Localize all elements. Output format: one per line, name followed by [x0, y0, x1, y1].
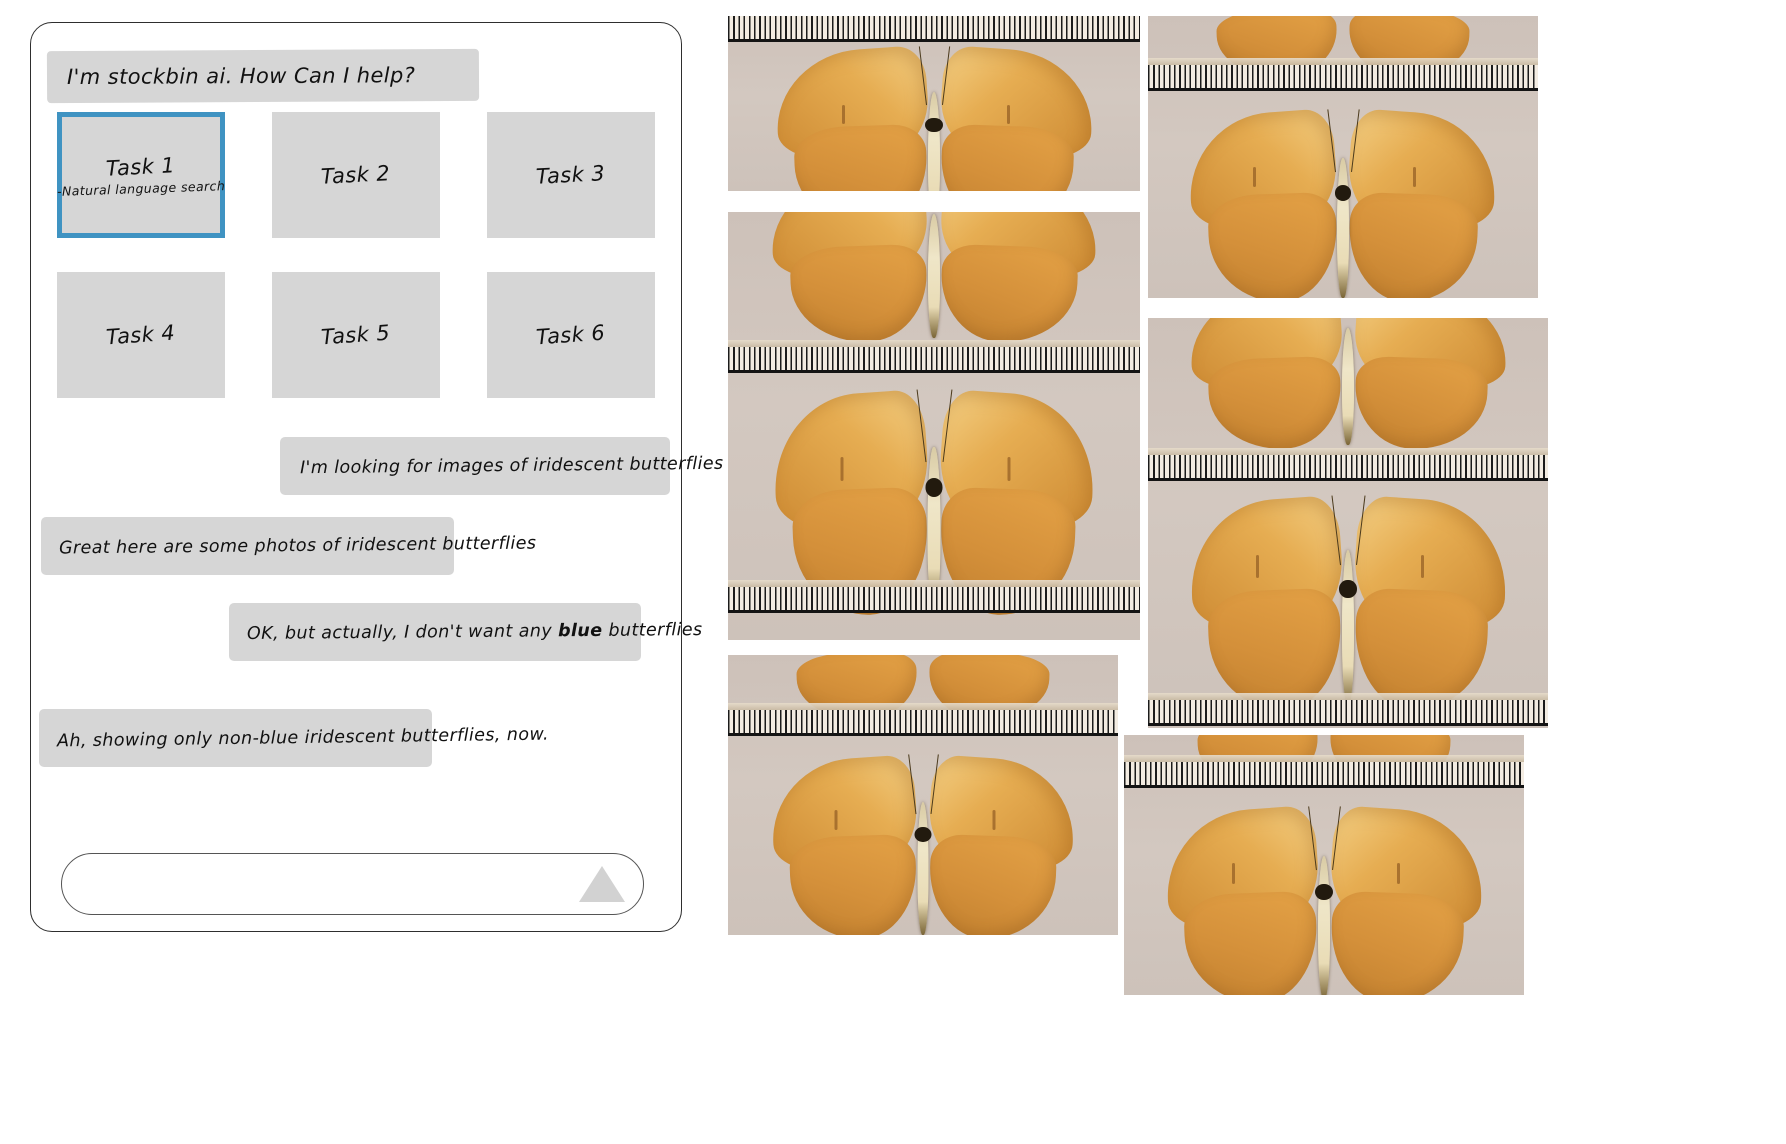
thorax	[1334, 185, 1352, 201]
chat-panel: I'm stockbin ai. How Can I help? Task 1 …	[30, 22, 724, 932]
abdomen	[1342, 550, 1354, 705]
message-text-3-post: butterflies	[602, 620, 703, 641]
wing-marking	[1006, 105, 1010, 124]
abdomen	[1337, 158, 1349, 298]
ruler-icon	[728, 587, 1140, 613]
assistant-greeting-bubble: I'm stockbin ai. How Can I help?	[46, 48, 480, 104]
hindwing-right	[1353, 355, 1489, 452]
task-tile-3[interactable]: Task 3	[487, 112, 655, 238]
wing-marking	[834, 810, 838, 830]
pin-strip	[1148, 693, 1548, 700]
task-tile-4-title: Task 4	[105, 320, 177, 350]
message-text-3-emphasis: blue	[557, 620, 603, 642]
task-grid: Task 1 -Natural language search Task 2 T…	[57, 112, 657, 432]
hindwing-left	[789, 243, 929, 345]
wing-marking	[1396, 863, 1400, 884]
hindwing-left	[1207, 355, 1343, 452]
abdomen	[917, 801, 929, 935]
task-tile-4[interactable]: Task 4	[57, 272, 225, 398]
hindwing-right	[1347, 191, 1480, 298]
wing-marking	[841, 105, 845, 124]
ruler-icon	[1148, 700, 1548, 726]
butterfly-specimen	[769, 42, 1099, 191]
hindwing-left	[788, 833, 919, 935]
gallery-item-specimen-3[interactable]	[728, 655, 1118, 935]
hindwing-left	[1206, 191, 1339, 298]
task-tile-2[interactable]: Task 2	[272, 112, 440, 238]
image-results-gallery	[726, 0, 1786, 1144]
task-row-2: Task 4 Task 5 Task 6	[57, 272, 657, 398]
message-bubble-user-2: OK, but actually, I don't want any blue …	[229, 603, 703, 661]
pin-strip	[728, 340, 1140, 347]
wing-marking	[1413, 167, 1417, 188]
thorax	[925, 117, 943, 133]
hindwing-left	[793, 123, 930, 191]
pin-strip	[1124, 755, 1524, 762]
ruler-icon	[1124, 762, 1524, 788]
hindwing-right	[927, 833, 1058, 935]
task-tile-6[interactable]: Task 6	[487, 272, 655, 398]
chat-input[interactable]	[86, 854, 570, 916]
thorax	[1315, 883, 1333, 900]
thorax	[914, 827, 932, 843]
wing-marking	[1253, 167, 1257, 188]
wing-marking	[992, 810, 996, 830]
hindwing-right	[1328, 890, 1465, 995]
send-triangle-icon[interactable]	[579, 866, 625, 902]
task-tile-3-title: Task 3	[535, 161, 607, 189]
butterfly-specimen	[1159, 801, 1489, 995]
ruler-icon	[728, 16, 1140, 42]
ruler-icon	[728, 710, 1118, 736]
task-tile-5-title: Task 5	[320, 320, 392, 350]
abdomen	[1342, 327, 1354, 446]
task-tile-1-subtitle: -Natural language search	[56, 177, 226, 199]
task-tile-1[interactable]: Task 1 -Natural language search	[57, 112, 225, 238]
wing-marking	[840, 457, 844, 481]
task-tile-2-title: Task 2	[320, 161, 392, 189]
pin-strip	[728, 580, 1140, 587]
message-bubble-assistant-2: Ah, showing only non-blue iridescent but…	[39, 709, 549, 767]
message-bubble-assistant-1: Great here are some photos of iridescent…	[41, 517, 536, 575]
hindwing-right	[939, 243, 1079, 345]
ruler-icon	[1148, 65, 1538, 91]
pin-strip	[1148, 58, 1538, 65]
thorax	[925, 478, 943, 497]
assistant-greeting-text: I'm stockbin ai. How Can I help?	[66, 63, 416, 90]
message-text-3-pre: OK, but actually, I don't want any	[246, 621, 559, 644]
message-text-3: OK, but actually, I don't want any blue …	[247, 620, 703, 644]
butterfly-specimen	[766, 750, 1081, 935]
message-text-2: Great here are some photos of iridescent…	[58, 533, 537, 559]
wing-marking	[1007, 457, 1011, 481]
pin-strip	[728, 703, 1118, 710]
hindwing-right	[938, 123, 1075, 191]
task-tile-1-title: Task 1	[105, 152, 177, 181]
abdomen	[928, 92, 940, 191]
abdomen	[927, 214, 941, 338]
pin-strip	[1148, 448, 1548, 455]
task-tile-5[interactable]: Task 5	[272, 272, 440, 398]
message-bubble-user-1: I'm looking for images of iridescent but…	[280, 437, 724, 495]
hindwing-left	[1183, 890, 1320, 995]
wing-marking	[1420, 555, 1424, 578]
message-text-1: I'm looking for images of iridescent but…	[299, 453, 724, 479]
ruler-icon	[1148, 455, 1548, 481]
gallery-item-specimen-5[interactable]	[1148, 318, 1548, 728]
gallery-item-specimen-1[interactable]	[728, 16, 1140, 191]
gallery-item-specimen-6[interactable]	[1124, 735, 1524, 995]
message-text-4: Ah, showing only non-blue iridescent but…	[56, 724, 550, 752]
task-tile-6-title: Task 6	[535, 320, 607, 350]
wing-marking	[1231, 863, 1235, 884]
gallery-item-specimen-4[interactable]	[1148, 16, 1538, 298]
butterfly-specimen	[1183, 104, 1503, 298]
abdomen	[1318, 856, 1330, 995]
gallery-item-specimen-2[interactable]	[728, 212, 1140, 640]
ruler-icon	[728, 347, 1140, 373]
task-row-1: Task 1 -Natural language search Task 2 T…	[57, 112, 657, 238]
composer[interactable]	[61, 853, 644, 916]
wing-marking	[1255, 555, 1259, 578]
thorax	[1339, 580, 1357, 598]
